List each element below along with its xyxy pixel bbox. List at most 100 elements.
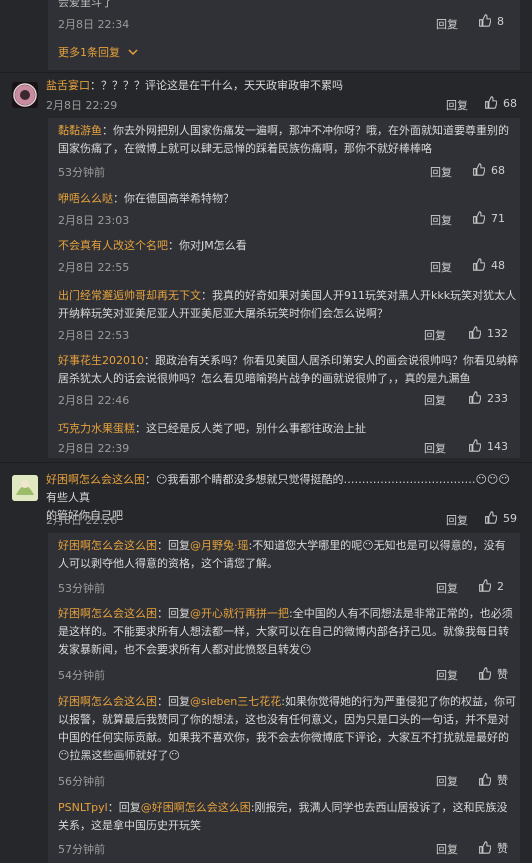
reply-username[interactable]: 好困啊怎么会这么困 xyxy=(58,607,157,620)
reply-item: PSNLTpyl：回复@好困啊怎么会这么困:刚报完，我满人同学也去西山居投诉了，… xyxy=(48,799,520,861)
reply-text-cont: 😶拉黑这些画师就好了😶 xyxy=(58,749,180,762)
reply-like-button[interactable]: 赞 xyxy=(478,840,508,856)
reply-item: 好事花生202010：跟政治有关系吗？你看见美国人居杀印第安人的画会说很帅吗？你… xyxy=(48,352,520,410)
reply-reply-button[interactable]: 回复 xyxy=(430,164,452,180)
reply-username[interactable]: 不会真有人改这个名吧 xyxy=(58,239,168,252)
reply-item: 黏黏游鱼：你去外网把别人国家伤痛发一遍啊，那冲不冲你呀？哦，在外面就知道要尊重别… xyxy=(48,118,520,180)
reply-like-button[interactable]: 71 xyxy=(472,211,505,225)
reply-item: 不会真有人改这个名吧：你对JM怎么看 2月8日 22:55 回复 48 xyxy=(48,237,520,277)
reply-username[interactable]: 好事花生202010 xyxy=(58,354,144,367)
reply-text: ：跟政治有关系吗？你看见美国人居杀印第安人的画会说很帅吗？你看见纳粹 xyxy=(144,354,518,367)
reply-time: 2月8日 23:03 xyxy=(58,214,130,227)
reply-reply-button[interactable]: 回复 xyxy=(424,440,446,456)
reply-username[interactable]: 好困啊怎么会这么困 xyxy=(58,539,157,552)
reply-text: :全中国的人有不同想法是非常正常的，也必须 xyxy=(289,607,513,620)
reply-mention[interactable]: @sieben三七花花 xyxy=(190,695,281,708)
reply-item: 出门经常邂逅帅哥却再无下文：我真的好奇如果对美国人开911玩笑对黑人开kkk玩笑… xyxy=(48,287,520,345)
reply-text: ：你在德国高举希特物？ xyxy=(113,192,234,205)
reply-text: :如果你觉得她的行为严重侵犯了你的权益，你可 xyxy=(281,695,516,708)
reply-reply-button[interactable]: 回复 xyxy=(430,212,452,228)
comment1-text-line: 盐舌宴口：？？？？评论这是在干什么，天天政审政审不累吗 xyxy=(46,77,516,95)
reply-time: 2月8日 22:46 xyxy=(58,394,130,407)
thumb-up-icon xyxy=(473,163,485,176)
reply-like-count: 233 xyxy=(487,392,508,405)
comment1-username[interactable]: 盐舌宴口 xyxy=(46,79,90,92)
reply-like-button[interactable]: 233 xyxy=(468,391,508,405)
chevron-down-icon xyxy=(127,49,138,56)
comment2-username[interactable]: 好困啊怎么会这么困 xyxy=(46,473,145,486)
reply-item: 好困啊怎么会这么困：回复@开心就行再拼一把:全中国的人有不同想法是非常正常的，也… xyxy=(48,605,520,689)
reply-prefix: ：回复 xyxy=(157,539,190,552)
comment2-like-count: 59 xyxy=(503,512,517,525)
reply-mention[interactable]: @开心就行再拼一把 xyxy=(190,607,289,620)
comment1-text: ：？？？？评论这是在干什么，天天政审政审不累吗 xyxy=(90,79,343,92)
reply-reply-button[interactable]: 回复 xyxy=(424,392,446,408)
thumb-up-icon xyxy=(473,211,485,224)
avatar[interactable] xyxy=(12,475,38,501)
reply-like-count: 2 xyxy=(497,580,504,593)
top-reply-block: 会爱里斗了 2月8日 22:34 回复 8 更多1条回复 xyxy=(48,0,520,70)
comment2-reply-button[interactable]: 回复 xyxy=(446,512,468,528)
reply-item: 咿唔么么哒：你在德国高举希特物？ 2月8日 23:03 回复 71 xyxy=(48,190,520,230)
reply-time: 2月8日 22:53 xyxy=(58,329,130,342)
reply-prefix: ：回复 xyxy=(157,607,190,620)
reply-reply-button[interactable]: 回复 xyxy=(436,773,458,789)
reply-mention[interactable]: @月野兔·瑶 xyxy=(190,539,249,552)
reply-item: 巧克力水果蛋糕：这已经是反人类了吧，别什么事都往政治上扯 2月8日 22:39 … xyxy=(48,420,520,460)
reply-username[interactable]: PSNLTpyl xyxy=(58,801,108,814)
reply-username[interactable]: 好困啊怎么会这么困 xyxy=(58,695,157,708)
reply-username[interactable]: 出门经常邂逅帅哥却再无下文 xyxy=(58,289,201,302)
reply-reply-button[interactable]: 回复 xyxy=(436,841,458,857)
reply-reply-button[interactable]: 回复 xyxy=(424,327,446,343)
reply-reply-button[interactable]: 回复 xyxy=(436,667,458,683)
thumb-up-icon xyxy=(469,439,481,452)
reply-like-count: 48 xyxy=(491,259,505,272)
reply-time: 54分钟前 xyxy=(58,669,105,682)
reply-username[interactable]: 巧克力水果蛋糕 xyxy=(58,422,135,435)
reply-like-button[interactable]: 68 xyxy=(472,163,505,177)
reply-text-cont: 居杀犹太人的话会说很帅吗？怎么看见暗喻鸦片战争的画就说很帅了，，真的是九漏鱼 xyxy=(58,372,471,385)
reply-like-button[interactable]: 132 xyxy=(468,326,508,340)
comment1-like-button[interactable]: 68 xyxy=(484,96,517,110)
reply-like-button[interactable]: 2 xyxy=(478,579,504,593)
reply-text: :刚报完，我满人同学也去西山居投诉了，这和民族没 xyxy=(250,801,508,814)
reply-like-button[interactable]: 赞 xyxy=(478,666,508,682)
top-like-count: 8 xyxy=(497,15,504,28)
reply-time: 53分钟前 xyxy=(58,166,105,179)
reply-username[interactable]: 黏黏游鱼 xyxy=(58,124,102,137)
reply-like-button[interactable]: 赞 xyxy=(478,772,508,788)
reply-item: 好困啊怎么会这么困：回复@sieben三七花花:如果你觉得她的行为严重侵犯了你的… xyxy=(48,693,520,793)
thumb-up-icon xyxy=(469,326,481,339)
thumb-up-icon xyxy=(479,14,491,27)
reply-prefix: ：回复 xyxy=(107,801,141,814)
reply-text: :不知道您大学哪里的呢😶无知也是可以得意的，没有 xyxy=(248,539,506,552)
reply-like-button[interactable]: 48 xyxy=(472,258,505,272)
reply-text: ：这已经是反人类了吧，别什么事都往政治上扯 xyxy=(135,422,366,435)
reply-text-cont: 开纳粹玩笑对亚美尼亚人开亚美尼亚大屠杀玩笑时你们会怎么说啊？ xyxy=(58,307,388,320)
reply-reply-button[interactable]: 回复 xyxy=(436,580,458,596)
comment1-like-count: 68 xyxy=(503,97,517,110)
reply-username[interactable]: 咿唔么么哒 xyxy=(58,192,113,205)
reply-like-count: 71 xyxy=(491,212,505,225)
reply-mention[interactable]: @好困啊怎么会这么困 xyxy=(141,801,251,814)
reply-like-button[interactable]: 143 xyxy=(468,439,508,453)
top-reply-button[interactable]: 回复 xyxy=(436,16,458,32)
comment1-reply-button[interactable]: 回复 xyxy=(446,97,468,113)
reply-like-count: 赞 xyxy=(497,668,508,681)
top-like-button[interactable]: 8 xyxy=(478,14,504,28)
more-replies-link[interactable]: 更多1条回复 xyxy=(58,44,138,60)
reply-text-cont: 发家暴新闻，也不会要求所有人都对此愤怒且转发😶 xyxy=(58,643,312,656)
reply-time: 57分钟前 xyxy=(58,843,105,856)
comment2-replies: 好困啊怎么会这么困：回复@月野兔·瑶:不知道您大学哪里的呢😶无知也是可以得意的，… xyxy=(48,533,520,863)
reply-like-count: 143 xyxy=(487,440,508,453)
thumb-up-icon xyxy=(479,667,491,680)
reply-text-cont: 是这样的。不能要求所有人想法都一样，大家可以在自己的微博内部各抒己见。就像我每日… xyxy=(58,625,509,638)
reply-reply-button[interactable]: 回复 xyxy=(430,259,452,275)
divider xyxy=(0,72,532,73)
comment2-like-button[interactable]: 59 xyxy=(484,511,517,525)
reply-text-cont: 中国的任何实际贡献。如果我不喜欢你，我不会去你微博底下评论，大家互不打扰就是最好… xyxy=(58,731,509,744)
reply-time: 2月8日 22:39 xyxy=(58,442,130,455)
avatar[interactable] xyxy=(12,82,38,108)
thumb-up-icon xyxy=(485,511,497,524)
reply-like-count: 68 xyxy=(491,164,505,177)
